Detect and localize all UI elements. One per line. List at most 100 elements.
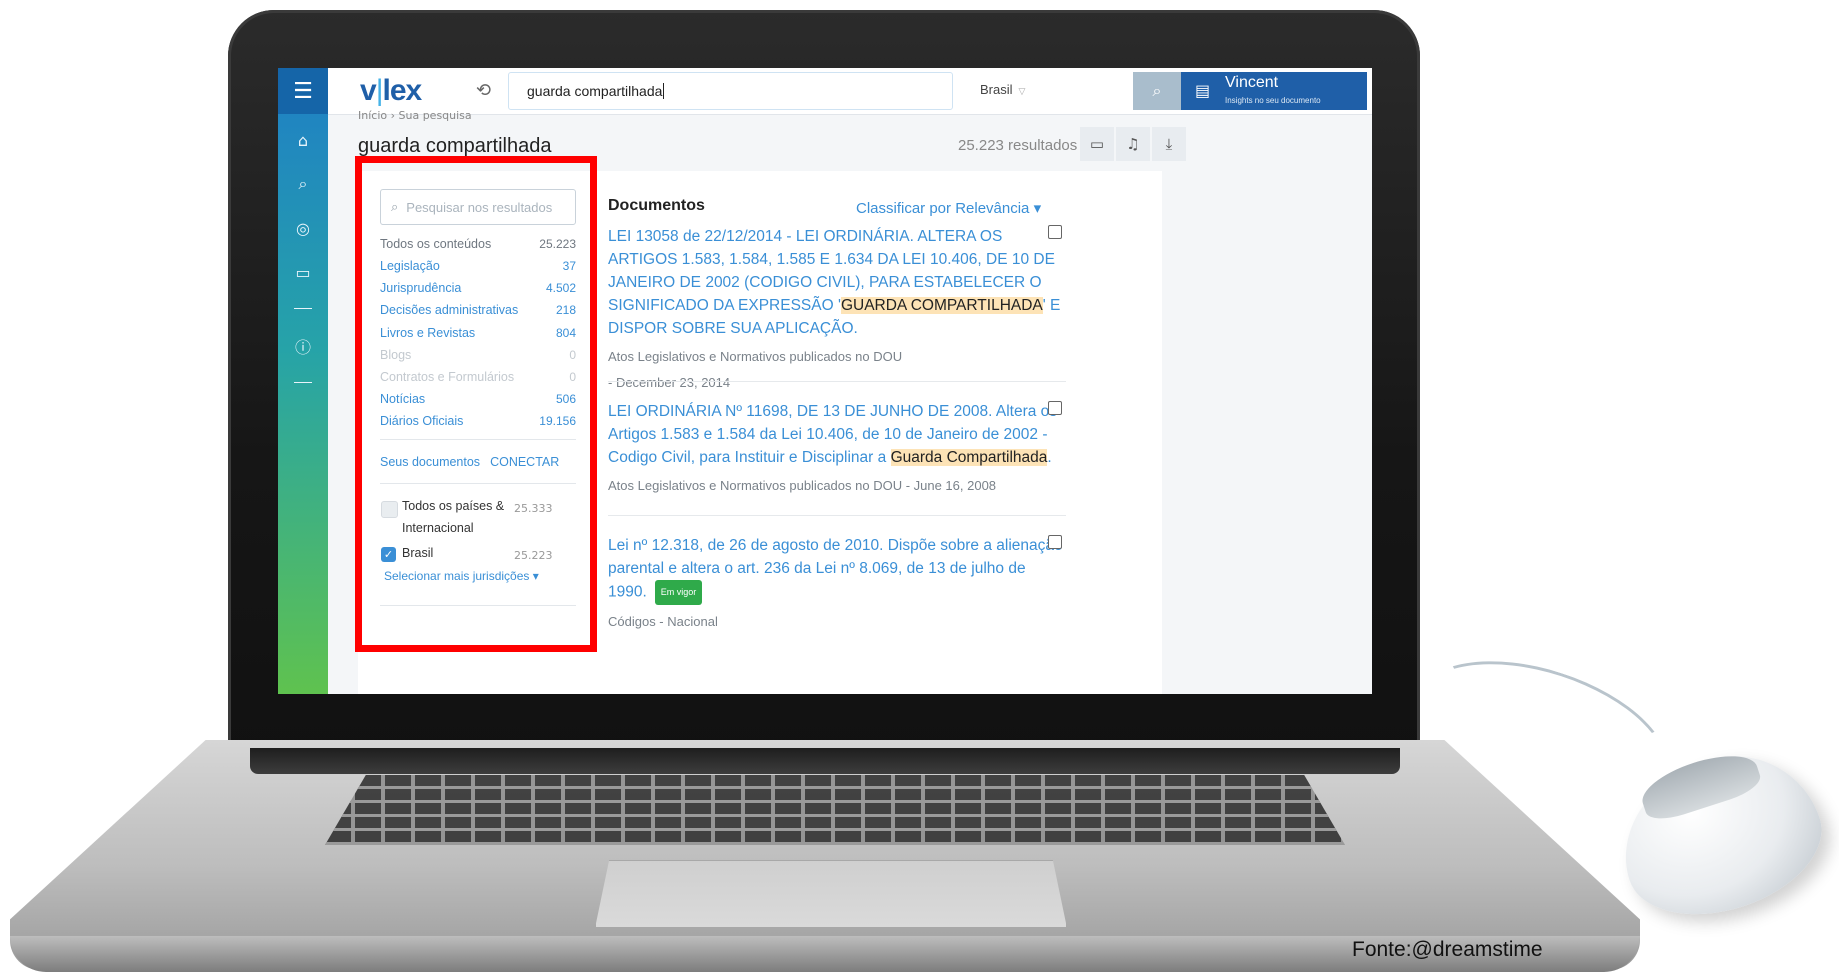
document-meta: Atos Legislativos e Normativos publicado… (608, 349, 903, 390)
document-checkbox[interactable] (1048, 401, 1062, 415)
filter-divider (380, 483, 576, 484)
save-folder-icon[interactable]: ▭ (1080, 127, 1114, 161)
filter-label: Blogs (380, 348, 412, 362)
search-input[interactable]: guarda compartilhada (508, 72, 953, 110)
jurisdiction-label: Todos os países & Internacional (402, 499, 505, 535)
laptop-trackpad (595, 860, 1067, 928)
filter-count: 0 (569, 348, 576, 362)
bell-icon[interactable]: ♫ (1116, 127, 1150, 161)
title-highlight: GUARDA COMPARTILHADA (840, 297, 1043, 314)
filter-count: 804 (555, 326, 576, 340)
checkbox-all-countries[interactable] (381, 501, 398, 518)
filter-search-input[interactable]: ⌕ Pesquisar nos resultados (380, 189, 576, 225)
document-title[interactable]: LEI 13058 de 22/12/2014 - LEI ORDINÁRIA.… (608, 225, 1066, 340)
document-item: Lei nº 12.318, de 26 de agosto de 2010. … (608, 534, 1066, 635)
document-icon: ▤ (1195, 81, 1211, 100)
page-title: guarda compartilhada (358, 135, 552, 157)
compass-icon[interactable]: ◎ (278, 208, 328, 248)
filter-label: Diários Oficiais (380, 414, 464, 428)
source-credit: Fonte:@dreamstime (1352, 938, 1543, 961)
filter-all-contents[interactable]: Todos os conteúdos 25.223 (380, 237, 576, 251)
filter-label: Decisões administrativas (380, 303, 519, 317)
results-panel: ⌕ Pesquisar nos resultados Todos os cont… (355, 156, 1162, 694)
search-icon: ⌕ (391, 199, 399, 214)
filter-divider (380, 439, 576, 440)
filter-count: 4.502 (545, 281, 576, 295)
filter-label: Legislação (380, 259, 440, 273)
search-button[interactable]: ⌕ (1133, 72, 1181, 110)
document-checkbox[interactable] (1048, 535, 1062, 549)
country-value: Brasil (980, 82, 1013, 97)
hamburger-icon[interactable]: ☰ (278, 68, 328, 114)
filter-contratos: Contratos e Formulários 0 (380, 370, 576, 384)
filter-decisoes[interactable]: Decisões administrativas 218 (380, 303, 576, 317)
sidebar-divider (294, 308, 312, 309)
country-select[interactable]: Brasil ▽ (980, 82, 1025, 97)
document-checkbox[interactable] (1048, 225, 1062, 239)
info-icon[interactable]: ⓘ (278, 326, 328, 366)
filter-panel: ⌕ Pesquisar nos resultados Todos os cont… (355, 156, 598, 694)
filter-divider (380, 605, 576, 606)
filter-label: Todos os conteúdos (380, 237, 492, 251)
filter-label: Notícias (380, 392, 426, 406)
more-jurisdictions-link[interactable]: Selecionar mais jurisdições ▾ (384, 569, 539, 583)
filter-jurisprudencia[interactable]: Jurisprudência 4.502 (380, 281, 576, 295)
left-sidebar: ☰ ⌂ ⌕ ◎ ▭ ⓘ (278, 68, 328, 694)
filter-diarios[interactable]: Diários Oficiais 19.156 (380, 414, 576, 428)
history-icon[interactable]: ⟲ (476, 80, 491, 101)
filter-search-placeholder: Pesquisar nos resultados (406, 199, 553, 215)
filter-count: 0 (569, 370, 576, 384)
your-documents-row: Seus documentos CONECTAR (380, 455, 576, 469)
connect-link[interactable]: CONECTAR (490, 455, 559, 469)
laptop-hinge (250, 748, 1400, 774)
user-subtitle: Insights no seu documento (1225, 96, 1321, 105)
sidebar-divider (294, 382, 312, 383)
documents-heading: Documentos (608, 197, 705, 214)
jurisdiction-label: Brasil (402, 546, 434, 560)
filter-label: Livros e Revistas (380, 326, 476, 340)
breadcrumb[interactable]: Início › Sua pesquisa (358, 109, 472, 122)
filter-label: Contratos e Formulários (380, 370, 515, 384)
filter-blogs: Blogs 0 (380, 348, 576, 362)
top-bar: v|lex ⟲ guarda compartilhada Brasil ▽ ⌕ ▤… (328, 68, 1372, 115)
main-content: Início › Sua pesquisa guarda compartilha… (328, 109, 1372, 694)
user-menu[interactable]: ▤ Vincent Insights no seu documento (1181, 72, 1367, 110)
sort-dropdown[interactable]: Classificar por Relevância ▾ (856, 199, 1041, 217)
filter-count: 19.156 (539, 414, 576, 428)
filter-count: 218 (555, 303, 576, 317)
laptop-keyboard-rows (325, 775, 1345, 845)
document-title[interactable]: LEI ORDINÁRIA Nº 11698, DE 13 DE JUNHO D… (608, 400, 1066, 469)
folder-icon[interactable]: ▭ (278, 252, 328, 292)
magnifier-icon: ⌕ (1152, 81, 1162, 100)
document-divider (608, 381, 1066, 382)
document-meta: Atos Legislativos e Normativos publicado… (608, 478, 997, 493)
document-item: LEI ORDINÁRIA Nº 11698, DE 13 DE JUNHO D… (608, 400, 1066, 499)
download-icon[interactable]: ⤓ (1152, 127, 1186, 161)
your-documents-link[interactable]: Seus documentos (380, 455, 480, 469)
chevron-down-icon: ▽ (1018, 86, 1026, 96)
results-count: 25.223 resultados (958, 137, 1078, 154)
title-highlight: Guarda Compartilhada (890, 449, 1048, 466)
document-item: LEI 13058 de 22/12/2014 - LEI ORDINÁRIA.… (608, 225, 1066, 396)
jurisdiction-count: 25.333 (514, 502, 553, 515)
filter-legislacao[interactable]: Legislação 37 (380, 259, 576, 273)
document-meta: Códigos - Nacional (608, 614, 718, 629)
vlex-logo[interactable]: v|lex (360, 74, 422, 108)
status-badge: Em vigor (654, 580, 703, 605)
search-query: guarda compartilhada (527, 83, 663, 99)
logo-lex: lex (382, 74, 422, 107)
logo-v: v (360, 74, 377, 107)
text-caret (663, 83, 665, 99)
jurisdiction-count: 25.223 (514, 549, 553, 562)
document-divider (608, 515, 1066, 516)
filter-livros[interactable]: Livros e Revistas 804 (380, 326, 576, 340)
filter-count: 25.223 (539, 237, 576, 251)
filter-noticias[interactable]: Notícias 506 (380, 392, 576, 406)
checkbox-brasil[interactable]: ✓ (381, 547, 396, 562)
filter-count: 37 (562, 259, 576, 273)
title-text: . (1047, 449, 1052, 466)
document-title[interactable]: Lei nº 12.318, de 26 de agosto de 2010. … (608, 534, 1066, 605)
search-icon[interactable]: ⌕ (278, 164, 328, 204)
screen: ☰ ⌂ ⌕ ◎ ▭ ⓘ v|lex ⟲ guarda compartilhada… (278, 68, 1372, 694)
home-icon[interactable]: ⌂ (278, 120, 328, 160)
